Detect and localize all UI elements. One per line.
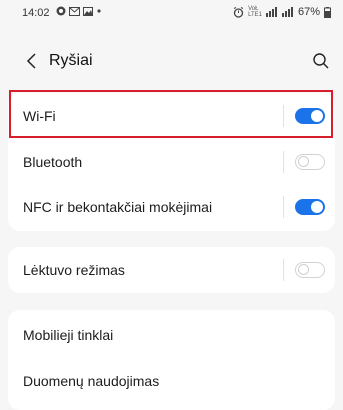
mobile-networks-label: Mobilieji tinklai <box>23 327 114 343</box>
signal-icon <box>265 7 277 17</box>
data-usage-label: Duomenų naudojimas <box>23 373 160 389</box>
notification-icons <box>56 6 102 16</box>
airplane-mode-label: Lėktuvo režimas <box>23 262 125 278</box>
settings-row-nfc[interactable]: NFC ir bekontakčiai mokėjimai <box>8 185 335 229</box>
settings-row-data-usage[interactable]: Duomenų naudojimas <box>8 359 335 403</box>
status-time: 14:02 <box>22 7 50 19</box>
toggle-knob <box>311 110 323 122</box>
nfc-label: NFC ir bekontakčiai mokėjimai <box>23 199 213 215</box>
settings-group-airplane: Lėktuvo režimas <box>8 247 335 293</box>
signal-icon-2 <box>281 7 293 17</box>
row-divider <box>283 259 284 281</box>
wifi-label: Wi-Fi <box>23 108 56 124</box>
toggle-knob <box>311 201 323 213</box>
row-divider <box>283 151 284 173</box>
status-bar: 14:02 VoŁ LTE1 67% <box>0 0 343 30</box>
settings-row-bluetooth[interactable]: Bluetooth <box>8 140 335 184</box>
wifi-toggle[interactable] <box>295 108 325 124</box>
status-right: VoŁ LTE1 67% <box>233 6 331 18</box>
alarm-icon <box>233 6 244 18</box>
page-title: Ryšiai <box>49 52 93 69</box>
settings-row-airplane-mode[interactable]: Lėktuvo režimas <box>8 248 335 292</box>
row-divider <box>283 105 284 127</box>
network-line-2: LTE1 <box>248 12 262 18</box>
gmail-icon <box>69 6 80 16</box>
battery-percent: 67% <box>297 6 320 18</box>
whatsapp-icon <box>56 6 66 16</box>
gallery-icon <box>83 6 93 16</box>
back-arrow-icon[interactable] <box>22 51 42 71</box>
bluetooth-label: Bluetooth <box>23 154 83 170</box>
bluetooth-toggle[interactable] <box>295 154 325 170</box>
battery-icon <box>324 6 331 18</box>
airplane-mode-toggle[interactable] <box>295 262 325 278</box>
nfc-toggle[interactable] <box>295 199 325 215</box>
toggle-knob <box>298 156 309 167</box>
app-header: Ryšiai <box>0 44 343 80</box>
dot-icon <box>97 9 101 13</box>
network-type: VoŁ LTE1 <box>248 6 262 18</box>
search-icon[interactable] <box>311 51 331 71</box>
row-divider <box>283 196 284 218</box>
toggle-knob <box>298 264 309 275</box>
settings-row-wifi[interactable]: Wi-Fi <box>8 94 335 138</box>
settings-group-mobile: Mobilieji tinklai Duomenų naudojimas <box>8 310 335 410</box>
settings-group-connectivity: Wi-Fi Bluetooth NFC ir bekontakčiai mokė… <box>8 93 335 231</box>
settings-row-mobile-networks[interactable]: Mobilieji tinklai <box>8 313 335 357</box>
